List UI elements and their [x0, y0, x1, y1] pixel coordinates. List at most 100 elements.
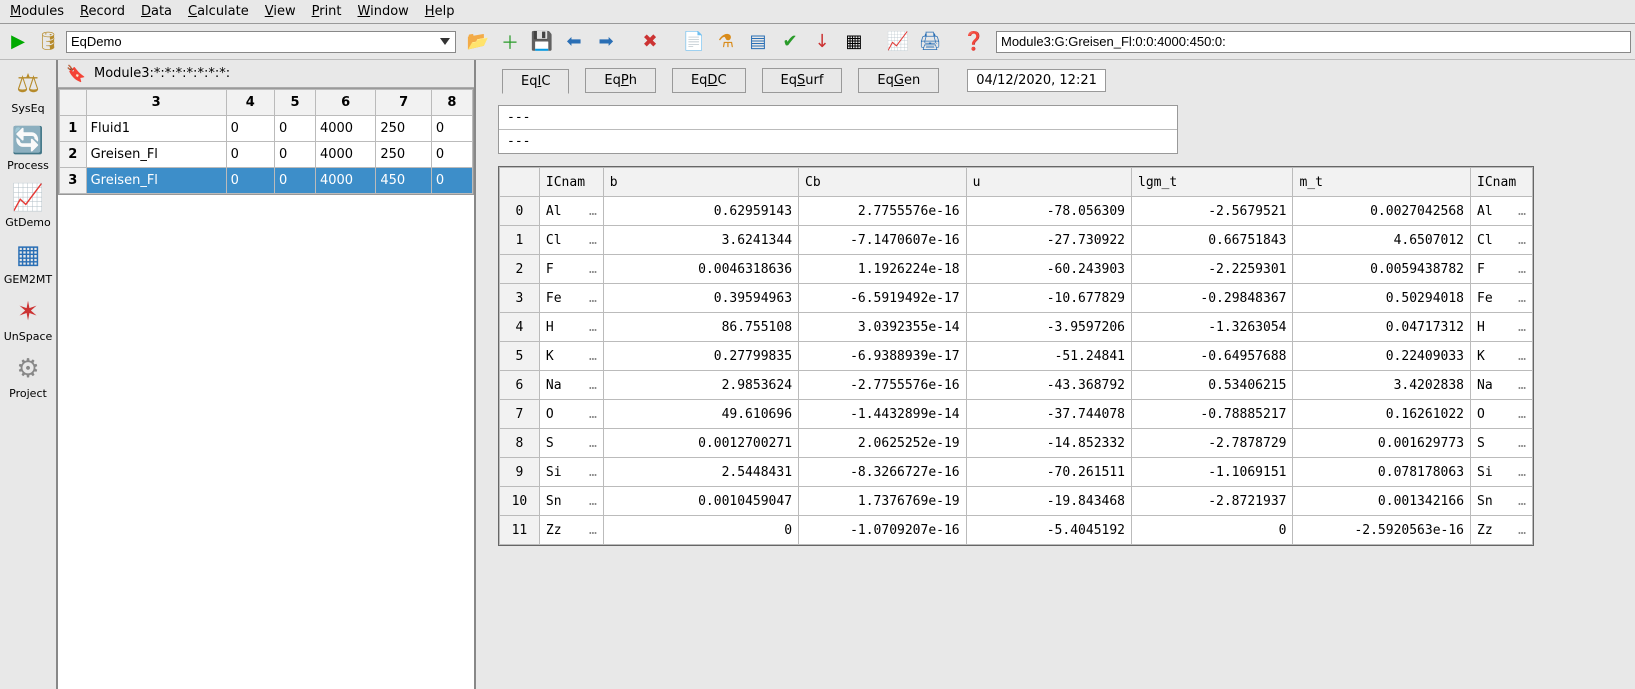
data-table[interactable]: ICnambCbulgm_tm_tICnam 0Al…0.629591432.7… [499, 167, 1533, 545]
filter-icon[interactable]: 🔖 [62, 60, 90, 88]
info-line-1: --- [499, 106, 1177, 130]
down-icon[interactable]: ↓ [808, 28, 836, 56]
help-icon[interactable]: ❓ [960, 28, 988, 56]
menu-help[interactable]: Help [419, 2, 461, 21]
tab-eqic[interactable]: EqIC [502, 69, 569, 94]
data-row[interactable]: 8S…0.00127002712.0625252e-19-14.852332-2… [500, 429, 1533, 458]
data-row[interactable]: 0Al…0.629591432.7755576e-16-78.056309-2.… [500, 197, 1533, 226]
nav-process[interactable]: 🔄Process [0, 119, 56, 176]
rec-col-header[interactable]: 7 [376, 90, 432, 116]
record-name: Greisen_Fl [86, 168, 226, 194]
flask-icon[interactable]: ⚗ [712, 28, 740, 56]
u-cell: -60.243903 [966, 255, 1131, 284]
data-row[interactable]: 7O…49.610696-1.4432899e-14-37.744078-0.7… [500, 400, 1533, 429]
data-row[interactable]: 10Sn…0.00104590471.7376769e-19-19.843468… [500, 487, 1533, 516]
print-icon[interactable]: 🖨 [916, 28, 944, 56]
rec-col-header[interactable]: 6 [315, 90, 375, 116]
db-icon[interactable]: 🛢 [34, 28, 62, 56]
data-row[interactable]: 3Fe…0.39594963-6.5919492e-17-10.677829-0… [500, 284, 1533, 313]
back-icon[interactable]: ⬅ [560, 28, 588, 56]
record-row[interactable]: 3Greisen_Fl0040004500 [60, 168, 473, 194]
data-row[interactable]: 6Na…2.9853624-2.7755576e-16-43.3687920.5… [500, 371, 1533, 400]
data-col-header[interactable]: u [966, 168, 1131, 197]
row-index: 7 [500, 400, 540, 429]
icnam2-cell: Cl… [1471, 226, 1533, 255]
tab-eqdc[interactable]: EqDC [672, 68, 746, 93]
nav-label: GtDemo [5, 216, 51, 229]
cb-cell: -1.4432899e-14 [799, 400, 967, 429]
data-row[interactable]: 9Si…2.5448431-8.3266727e-16-70.261511-1.… [500, 458, 1533, 487]
mt-cell: 0.0027042568 [1293, 197, 1471, 226]
tab-eqsurf[interactable]: EqSurf [762, 68, 843, 93]
icnam-cell: F… [539, 255, 603, 284]
data-col-header[interactable]: b [603, 168, 798, 197]
u-cell: -10.677829 [966, 284, 1131, 313]
data-col-header[interactable]: Cb [799, 168, 967, 197]
nav-gem2mt[interactable]: ▦GEM2MT [0, 233, 56, 290]
gtdemo-icon: 📈 [8, 180, 48, 216]
record-name: Greisen_Fl [86, 142, 226, 168]
data-row[interactable]: 11Zz…0-1.0709207e-16-5.40451920-2.592056… [500, 516, 1533, 545]
lgm-cell: -2.5679521 [1132, 197, 1293, 226]
rec-col-header[interactable]: 8 [431, 90, 472, 116]
grid-icon[interactable]: ▦ [840, 28, 868, 56]
menu-print[interactable]: Print [306, 2, 348, 21]
icnam2-cell: Na… [1471, 371, 1533, 400]
delete-icon[interactable]: ✖ [636, 28, 664, 56]
rec-col-header[interactable]: 4 [226, 90, 274, 116]
data-row[interactable]: 4H…86.7551083.0392355e-14-3.9597206-1.32… [500, 313, 1533, 342]
copy-icon[interactable]: 📄 [680, 28, 708, 56]
data-row[interactable]: 1Cl…3.6241344-7.1470607e-16-27.7309220.6… [500, 226, 1533, 255]
record-cell: 0 [274, 116, 315, 142]
project-icon: ⚙ [8, 351, 48, 387]
menu-data[interactable]: Data [135, 2, 178, 21]
menu-calculate[interactable]: Calculate [182, 2, 255, 21]
data-col-header[interactable]: ICnam [539, 168, 603, 197]
rec-col-header[interactable]: 3 [86, 90, 226, 116]
menu-modules[interactable]: Modules [4, 2, 70, 21]
new-icon[interactable]: ＋ [496, 28, 524, 56]
list-icon[interactable]: ▤ [744, 28, 772, 56]
tab-eqgen[interactable]: EqGen [858, 68, 939, 93]
icnam-cell: Cl… [539, 226, 603, 255]
rec-col-header[interactable]: 5 [274, 90, 315, 116]
nav-unspace[interactable]: ✶UnSpace [0, 290, 56, 347]
data-row[interactable]: 5K…0.27799835-6.9388939e-17-51.24841-0.6… [500, 342, 1533, 371]
icnam-cell: O… [539, 400, 603, 429]
u-cell: -19.843468 [966, 487, 1131, 516]
nav-project[interactable]: ⚙Project [0, 347, 56, 404]
cb-cell: 1.1926224e-18 [799, 255, 967, 284]
menu-view[interactable]: View [259, 2, 302, 21]
b-cell: 49.610696 [603, 400, 798, 429]
nav-gtdemo[interactable]: 📈GtDemo [0, 176, 56, 233]
data-col-header[interactable]: lgm_t [1132, 168, 1293, 197]
run-icon[interactable]: ▶ [4, 28, 32, 56]
record-row[interactable]: 1Fluid10040002500 [60, 116, 473, 142]
tab-eqph[interactable]: EqPh [585, 68, 656, 93]
nav-syseq[interactable]: ⚖SysEq [0, 62, 56, 119]
icnam2-cell: O… [1471, 400, 1533, 429]
record-cell: 0 [226, 168, 274, 194]
path-input[interactable] [996, 31, 1631, 53]
menu-window[interactable]: Window [352, 2, 415, 21]
forward-icon[interactable]: ➡ [592, 28, 620, 56]
data-row[interactable]: 2F…0.00463186361.1926224e-18-60.243903-2… [500, 255, 1533, 284]
data-col-header[interactable]: m_t [1293, 168, 1471, 197]
u-cell: -43.368792 [966, 371, 1131, 400]
menu-record[interactable]: Record [74, 2, 131, 21]
b-cell: 2.9853624 [603, 371, 798, 400]
lgm-cell: -1.3263054 [1132, 313, 1293, 342]
record-table[interactable]: 345678 1Fluid100400025002Greisen_Fl00400… [59, 89, 473, 194]
open-icon[interactable]: 📂 [464, 28, 492, 56]
icnam2-cell: H… [1471, 313, 1533, 342]
data-col-header[interactable]: ICnam [1471, 168, 1533, 197]
date-display: 04/12/2020, 12:21 [967, 69, 1106, 92]
module-select[interactable] [66, 31, 456, 53]
check-icon[interactable]: ✔ [776, 28, 804, 56]
save-icon[interactable]: 💾 [528, 28, 556, 56]
record-row[interactable]: 2Greisen_Fl0040002500 [60, 142, 473, 168]
record-cell: 0 [431, 142, 472, 168]
u-cell: -78.056309 [966, 197, 1131, 226]
record-panel: 🔖 Module3:*:*:*:*:*:*:*: 345678 1Fluid10… [58, 60, 476, 689]
plot-icon[interactable]: 📈 [884, 28, 912, 56]
